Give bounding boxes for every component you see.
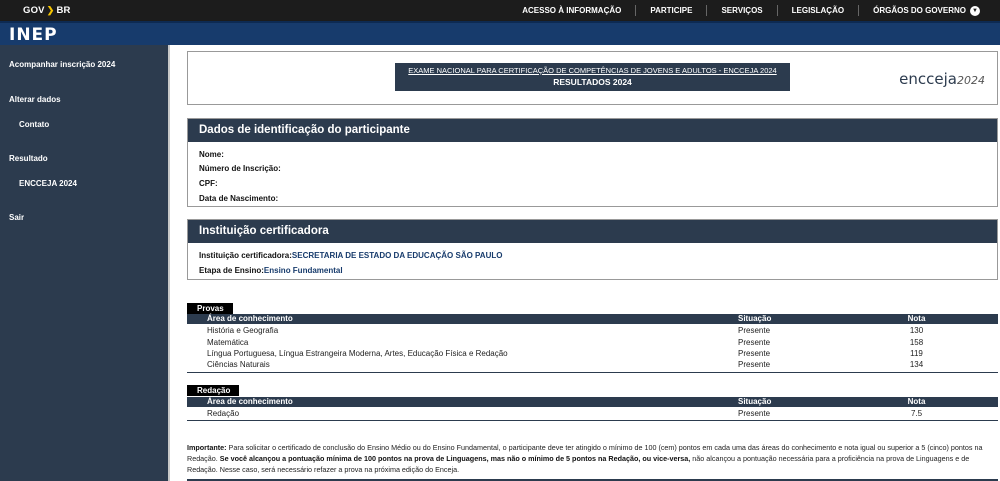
results-title: RESULTADOS 2024 [553,77,632,87]
row-situacao: Presente [738,338,771,347]
sidebar-item-alterar-dados[interactable]: Alterar dados [9,95,61,104]
main-content: EXAME NACIONAL PARA CERTIFICAÇÃO DE COMP… [168,45,1000,481]
sidebar: Acompanhar inscrição 2024 Alterar dados … [0,45,168,481]
participant-panel-title: Dados de identificação do participante [188,119,997,142]
col-situacao: Situação [738,314,772,323]
sidebar-item-acompanhar-inscricao[interactable]: Acompanhar inscrição 2024 [9,60,115,69]
institution-panel: Instituição certificadora Instituição ce… [187,219,998,280]
provas-tab-label: Provas [187,303,233,314]
redacao-tab-label: Redação [187,385,240,396]
sidebar-item-sair[interactable]: Sair [9,213,24,222]
nav-acesso-informacao[interactable]: ACESSO À INFORMAÇÃO [522,6,621,15]
nav-participe[interactable]: PARTICIPE [650,6,692,15]
inep-header-bar: INEP [0,21,1000,45]
col-area: Área de conhecimento [207,397,293,406]
inep-logo[interactable]: INEP [9,25,58,45]
field-instituicao-value: SECRETARIA DE ESTADO DA EDUCAÇÃO SÃO PAU… [291,251,503,260]
row-area: História e Geografia [207,326,279,335]
institution-panel-title: Instituição certificadora [188,220,997,243]
field-cpf: CPF: [199,179,218,188]
col-nota: Nota [907,314,926,323]
govbr-logo[interactable]: GOV ❯ BR [23,5,71,16]
encceja-logo-text: encceja [899,70,957,88]
redacao-table-bottom-rule [187,420,998,421]
encceja-logo: encceja2024 [899,70,985,88]
table-row: Língua Portuguesa, Língua Estrangeira Mo… [187,349,998,360]
sidebar-item-contato[interactable]: Contato [19,120,49,129]
table-row: Redação Presente 7.5 [187,409,998,420]
provas-table-bottom-rule [187,372,998,373]
nav-servicos[interactable]: SERVIÇOS [721,6,762,15]
row-situacao: Presente [738,409,771,418]
field-nome: Nome: [199,150,224,159]
table-row: Matemática Presente 158 [187,338,998,349]
table-row: História e Geografia Presente 130 [187,326,998,337]
row-area: Matemática [207,338,249,347]
field-numero-inscricao: Número de Inscrição: [199,164,281,173]
sidebar-item-resultado[interactable]: Resultado [9,154,48,163]
govbr-logo-right: BR [56,5,71,16]
row-nota: 134 [909,360,924,369]
row-nota: 130 [909,326,924,335]
col-area: Área de conhecimento [207,314,293,323]
provas-table-header: Área de conhecimento Situação Nota [187,314,998,324]
field-instituicao-label: Instituição certificadora: [199,251,292,260]
row-nota: 7.5 [910,409,923,418]
nav-divider [858,5,860,16]
exam-title: EXAME NACIONAL PARA CERTIFICAÇÃO DE COMP… [408,66,777,75]
row-nota: 158 [909,338,924,347]
nav-divider [776,5,778,16]
encceja-logo-year: 2024 [957,74,985,87]
row-area: Redação [207,409,240,418]
nav-divider [706,5,708,16]
note-label: Importante: [187,443,227,452]
note-bold-text: Se você alcançou a pontuação mínima de 1… [217,454,691,463]
field-etapa-ensino-label: Etapa de Ensino: [199,266,264,275]
chevron-down-icon: ▼ [970,5,980,16]
nav-orgaos-governo[interactable]: ÓRGÃOS DO GOVERNO ▼ [873,5,980,16]
results-title-box: EXAME NACIONAL PARA CERTIFICAÇÃO DE COMP… [395,63,790,91]
nav-divider [635,5,637,16]
field-data-nascimento: Data de Nascimento: [199,194,279,203]
field-instituicao: Instituição certificadora:SECRETARIA DE … [199,251,502,260]
govbr-logo-slash-icon: ❯ [46,5,55,15]
important-note: Importante: Para solicitar o certificado… [187,442,999,475]
participant-panel: Dados de identificação do participante N… [187,118,998,207]
sidebar-item-encceja-2024[interactable]: ENCCEJA 2024 [19,179,77,188]
redacao-table-header: Área de conhecimento Situação Nota [187,397,998,407]
results-header-card: EXAME NACIONAL PARA CERTIFICAÇÃO DE COMP… [187,51,998,105]
nav-legislacao[interactable]: LEGISLAÇÃO [792,6,844,15]
row-situacao: Presente [738,349,771,358]
govbr-nav: ACESSO À INFORMAÇÃO PARTICIPE SERVIÇOS L… [522,0,980,21]
field-etapa-ensino: Etapa de Ensino:Ensino Fundamental [199,266,343,275]
col-nota: Nota [907,397,926,406]
govbr-top-bar: GOV ❯ BR ACESSO À INFORMAÇÃO PARTICIPE S… [0,0,1000,21]
field-etapa-ensino-value: Ensino Fundamental [263,266,343,275]
row-nota: 119 [910,349,923,358]
row-situacao: Presente [738,326,771,335]
row-area: Ciências Naturais [207,360,270,369]
row-situacao: Presente [738,360,771,369]
govbr-logo-left: GOV [23,5,45,16]
table-row: Ciências Naturais Presente 134 [187,360,998,371]
row-area: Língua Portuguesa, Língua Estrangeira Mo… [207,349,508,358]
nav-orgaos-governo-label: ÓRGÃOS DO GOVERNO [873,5,966,15]
col-situacao: Situação [738,397,772,406]
